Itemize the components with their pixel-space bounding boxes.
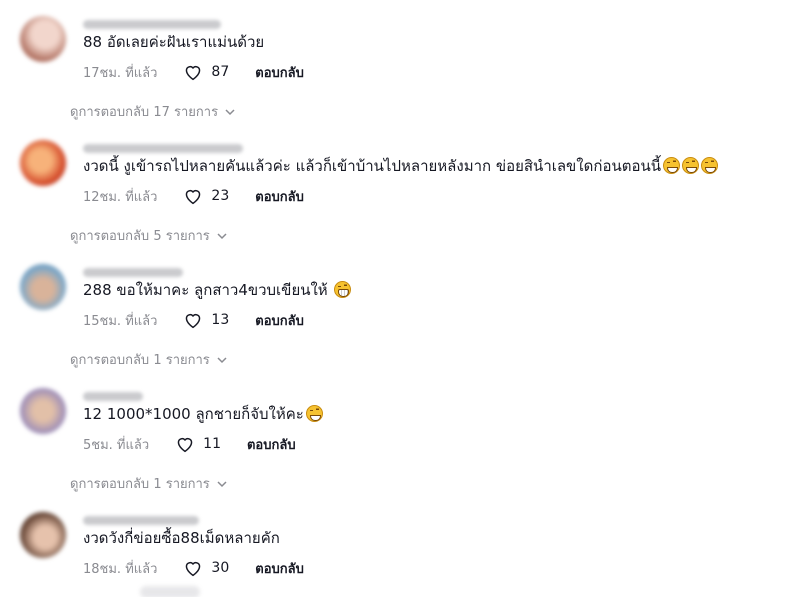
- heart-icon: [186, 313, 201, 329]
- comment-time: 5ชม. ที่แล้ว: [83, 437, 150, 453]
- comment-time: 15ชม. ที่แล้ว: [83, 313, 158, 329]
- heart-icon: [177, 437, 193, 453]
- like-count: 11: [203, 436, 221, 452]
- comment-text: งวดวังกี่ข่อยซื้อ88เม็ดหลายคัก: [83, 529, 280, 547]
- view-replies-button[interactable]: ดูการตอบกลับ 5 รายการ: [70, 225, 227, 246]
- view-replies-label: ดูการตอบกลับ 1 รายการ: [70, 353, 210, 368]
- like-button[interactable]: 13: [183, 311, 229, 329]
- chevron-down-icon: [217, 232, 227, 239]
- like-button[interactable]: 87: [183, 63, 229, 81]
- joy-emoji: [700, 157, 718, 174]
- reply-button[interactable]: ตอบกลับ: [255, 62, 304, 83]
- comment-meta: 18ชม. ที่แล้ว 30 ตอบกลับ: [83, 558, 304, 578]
- like-count: 23: [211, 188, 230, 204]
- chevron-down-icon: [225, 108, 235, 115]
- comment-text: 12 1000*1000 ลูกชายก็จับให้คะ: [83, 404, 323, 424]
- view-replies-label: ดูการตอบกลับ 1 รายการ: [70, 477, 210, 492]
- username-blurred[interactable]: [83, 20, 221, 29]
- comment-text: 288 ขอให้มาคะ ลูกสาว4ขวบเขียนให้: [83, 280, 352, 300]
- comment-text: งวดนี้ งูเข้ารถไปหลายคันแล้วค่ะ แล้วก็เข…: [83, 156, 718, 176]
- heart-icon: [186, 189, 201, 205]
- joy-emoji: [305, 405, 323, 422]
- reply-button[interactable]: ตอบกลับ: [255, 558, 304, 579]
- comment-meta: 17ชม. ที่แล้ว 87 ตอบกลับ: [83, 62, 304, 82]
- reply-button[interactable]: ตอบกลับ: [247, 434, 296, 455]
- like-button[interactable]: 23: [183, 187, 229, 205]
- reply-button[interactable]: ตอบกลับ: [255, 310, 304, 331]
- comment-time: 18ชม. ที่แล้ว: [83, 561, 158, 577]
- comment-text: 88 อัดเลยค่ะฝันเราแม่นด้วย: [83, 33, 265, 51]
- view-replies-label: ดูการตอบกลับ 17 รายการ: [70, 105, 219, 120]
- comment-meta: 15ชม. ที่แล้ว 13 ตอบกลับ: [83, 310, 304, 330]
- username-blurred[interactable]: [83, 516, 199, 525]
- grimacing-emoji: [334, 281, 352, 298]
- comment-time: 12ชม. ที่แล้ว: [83, 189, 158, 205]
- heart-icon: [186, 65, 201, 81]
- view-replies-button[interactable]: ดูการตอบกลับ 1 รายการ: [70, 349, 227, 370]
- username-blurred[interactable]: [83, 392, 143, 401]
- like-count: 87: [211, 64, 230, 80]
- chevron-down-icon: [217, 356, 227, 363]
- like-count: 13: [211, 312, 230, 328]
- like-count: 30: [211, 560, 230, 576]
- chevron-down-icon: [217, 480, 227, 487]
- avatar[interactable]: [20, 16, 66, 62]
- reply-button[interactable]: ตอบกลับ: [255, 186, 304, 207]
- comment-time: 17ชม. ที่แล้ว: [83, 65, 158, 81]
- comment-meta: 5ชม. ที่แล้ว 11 ตอบกลับ: [83, 434, 296, 454]
- avatar[interactable]: [20, 512, 66, 558]
- like-button[interactable]: 30: [183, 559, 229, 577]
- username-blurred[interactable]: [83, 144, 243, 153]
- avatar[interactable]: [20, 388, 66, 434]
- avatar[interactable]: [20, 264, 66, 310]
- like-button[interactable]: 11: [175, 435, 221, 453]
- view-replies-button[interactable]: ดูการตอบกลับ 17 รายการ: [70, 101, 235, 122]
- username-blurred[interactable]: [83, 268, 183, 277]
- joy-emoji: [681, 157, 699, 174]
- cut-off-view-replies: [140, 586, 200, 597]
- view-replies-button[interactable]: ดูการตอบกลับ 1 รายการ: [70, 473, 227, 494]
- view-replies-label: ดูการตอบกลับ 5 รายการ: [70, 229, 210, 244]
- joy-emoji: [662, 157, 680, 174]
- avatar[interactable]: [20, 140, 66, 186]
- comment-meta: 12ชม. ที่แล้ว 23 ตอบกลับ: [83, 186, 304, 206]
- heart-icon: [186, 561, 201, 577]
